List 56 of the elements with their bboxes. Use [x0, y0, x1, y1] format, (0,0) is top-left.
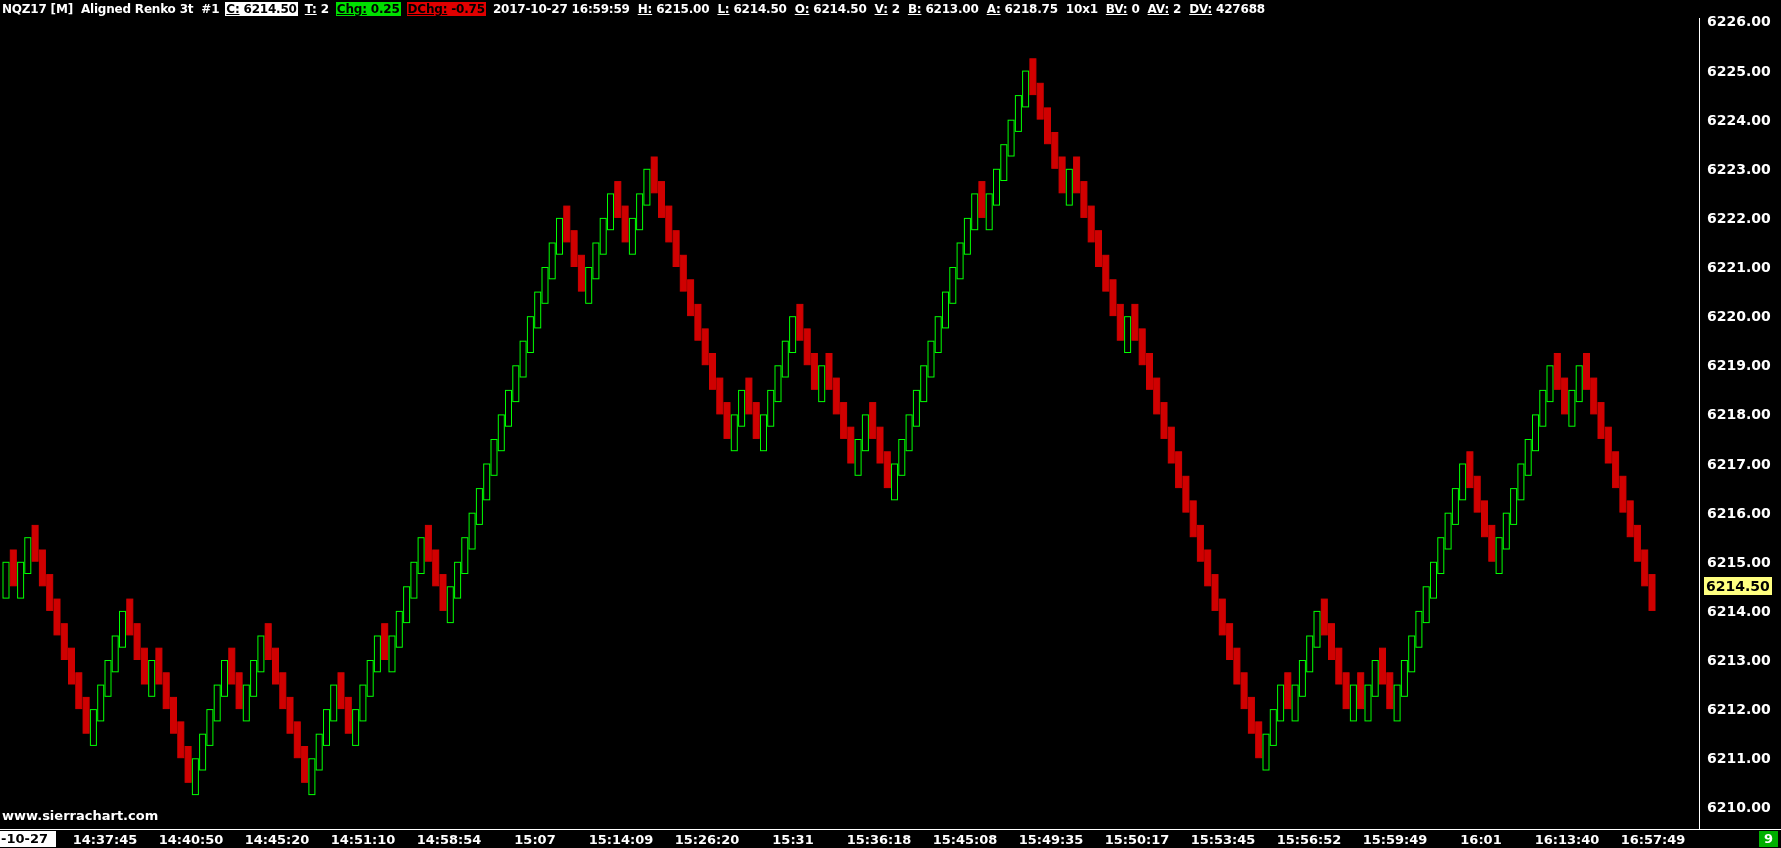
time-label: 15:26:20: [674, 831, 740, 847]
time-label: 15:56:52: [1276, 831, 1342, 847]
price-label: 6216.00: [1706, 504, 1772, 521]
header-field: Chg: 0.25: [335, 2, 401, 16]
chart-title: NQZ17 [M] Aligned Renko 3t #1: [2, 2, 220, 16]
header-field: 10x1: [1064, 2, 1099, 16]
price-label: 6210.00: [1706, 799, 1772, 816]
price-label: 6213.00: [1706, 652, 1772, 668]
header-field: L: 6214.50: [716, 2, 788, 16]
price-label: 6220.00: [1706, 308, 1772, 325]
time-label: 14:37:45: [72, 831, 138, 847]
time-label: 15:53:45: [1190, 831, 1256, 847]
header-field: O: 6214.50: [793, 2, 868, 16]
price-label: 6222.00: [1706, 209, 1772, 226]
corner-badge: 9: [1758, 831, 1778, 847]
header-field: AV: 2: [1146, 2, 1183, 16]
header-field: 2017-10-27 16:59:59: [491, 2, 631, 16]
time-label: 14:40:50: [158, 831, 224, 847]
time-label: 15:50:17: [1104, 831, 1170, 847]
website-text: www.sierrachart.com: [2, 808, 159, 823]
time-label: 16:13:40: [1534, 831, 1600, 847]
price-label: 6223.00: [1706, 160, 1772, 177]
header-field: BV: 0: [1104, 2, 1141, 16]
header-field: B: 6213.00: [906, 2, 980, 16]
time-label: 15:31: [772, 831, 814, 847]
time-label: 14:45:20: [244, 831, 310, 847]
header-field: V: 2: [873, 2, 901, 16]
time-label: 15:36:18: [846, 831, 912, 847]
price-label: 6226.00: [1706, 13, 1772, 30]
time-label: 14:51:10: [330, 831, 396, 847]
price-label: 6211.00: [1706, 750, 1772, 767]
price-label: 6214.00: [1706, 602, 1772, 619]
time-label: 15:45:08: [932, 831, 998, 847]
header-field: T: 2: [303, 2, 330, 16]
price-label: 6215.00: [1706, 553, 1772, 570]
price-label: 6218.00: [1706, 406, 1772, 423]
time-label: 16:01: [1460, 831, 1502, 847]
price-label: 6219.00: [1706, 357, 1772, 374]
header-field: C: 6214.50: [225, 2, 298, 16]
time-label: 15:14:09: [588, 831, 654, 847]
header-field: H: 6215.00: [636, 2, 711, 16]
header-field: A: 6218.75: [985, 2, 1059, 16]
price-label: 6221.00: [1706, 259, 1772, 276]
header-field: DChg: -0.75: [406, 2, 486, 16]
price-label: 6212.00: [1706, 701, 1772, 718]
time-label: 15:59:49: [1362, 831, 1428, 847]
price-label: 6217.00: [1706, 455, 1772, 472]
current-price-label: 6214.50: [1704, 577, 1772, 596]
time-label: 15:07: [514, 831, 556, 847]
time-label: 14:58:54: [416, 831, 482, 847]
header-field: DV: 427688: [1188, 2, 1266, 16]
date-label: -10-27: [0, 831, 56, 847]
price-label: 6225.00: [1706, 62, 1772, 79]
time-label: 16:57:49: [1620, 831, 1686, 847]
price-label: 6224.00: [1706, 111, 1772, 128]
time-label: 15:49:35: [1018, 831, 1084, 847]
